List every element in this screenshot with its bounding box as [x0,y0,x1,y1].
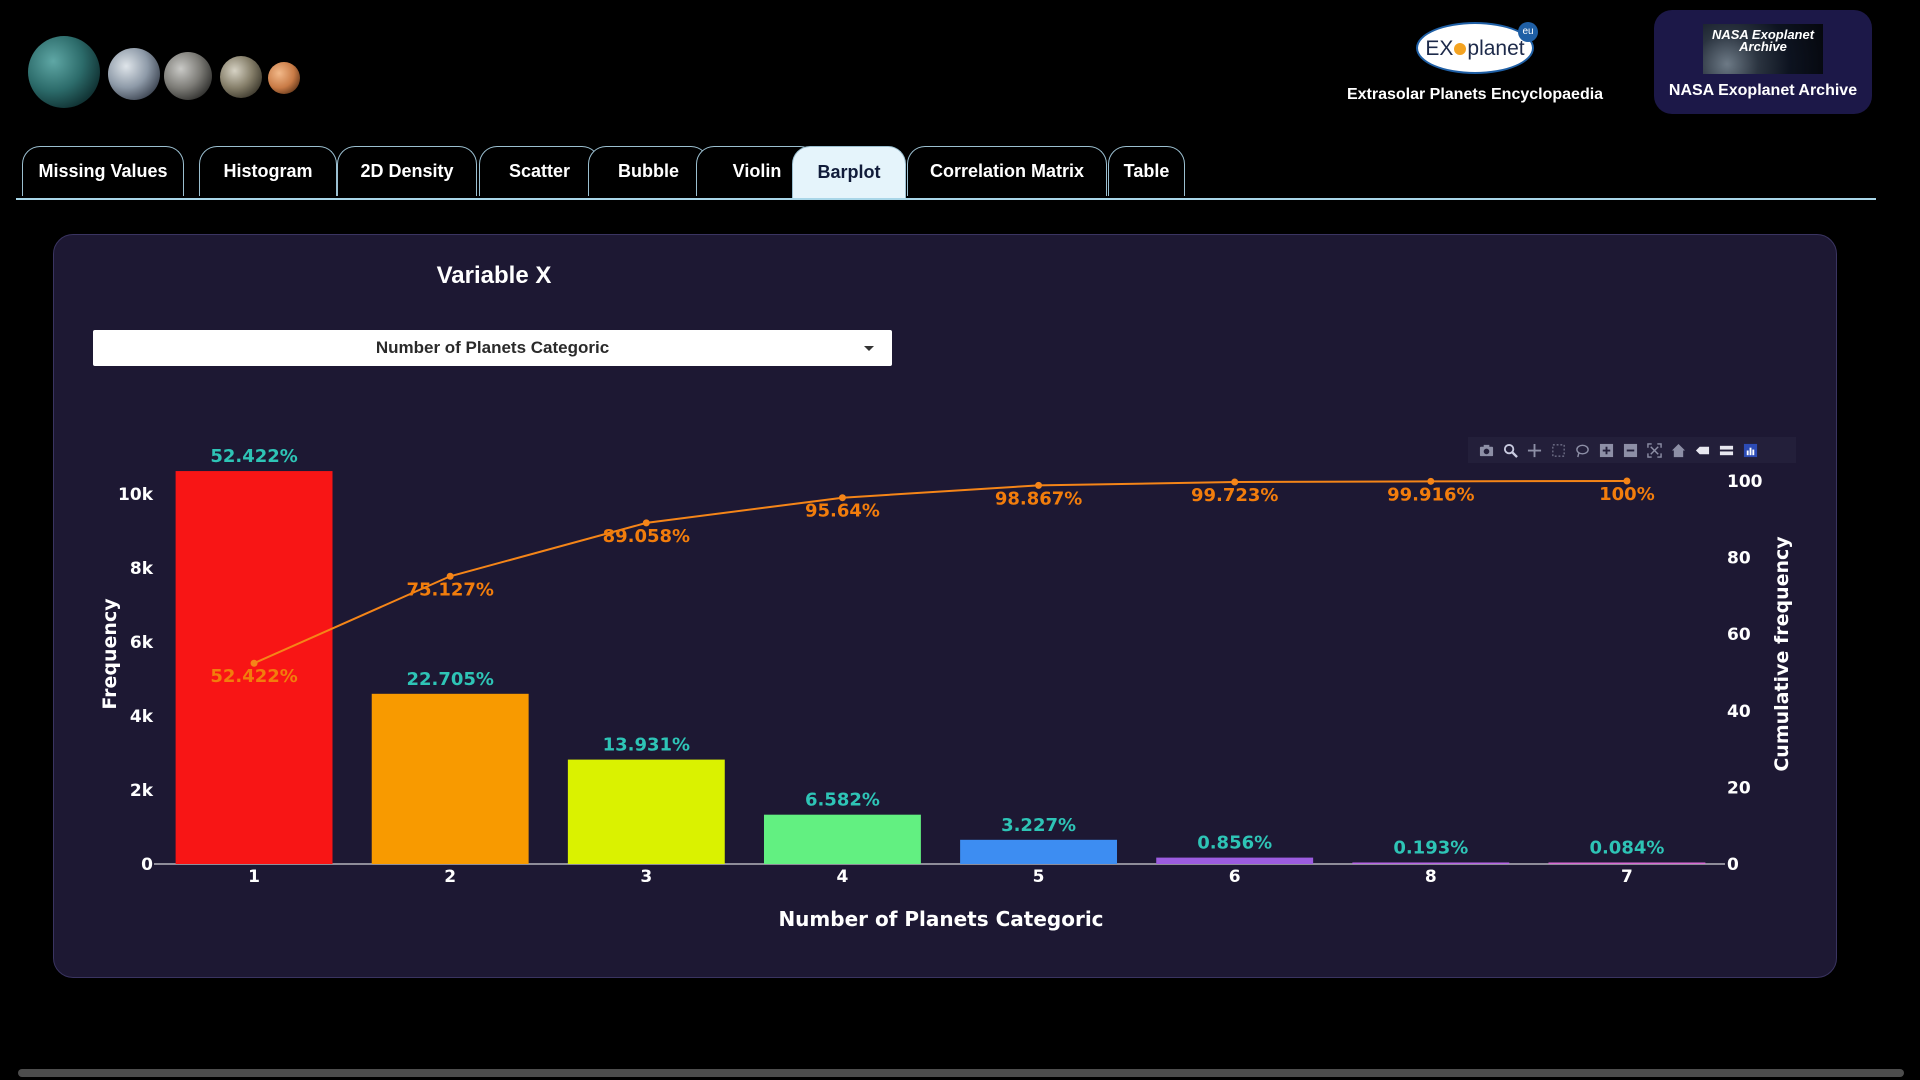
planet-image [220,56,262,98]
plotly-logo-icon[interactable] [1740,440,1760,460]
eu-badge: eu [1518,22,1538,42]
lasso-icon[interactable] [1572,440,1592,460]
planets-banner [26,30,316,114]
tab-table[interactable]: Table [1108,146,1185,196]
zoom-out-icon[interactable] [1620,440,1640,460]
tab-missing-values[interactable]: Missing Values [22,146,184,196]
nasa-logo-text: NASA Exoplanet Archive [1711,27,1815,54]
planet-image [164,52,212,100]
dropdown-selected-value: Number of Planets Categoric [375,338,610,357]
nasa-archive-caption: NASA Exoplanet Archive [1668,82,1858,99]
tab-bubble[interactable]: Bubble [588,146,709,196]
exoplanet-eu-link[interactable]: EX planet eu Extrasolar Planets Encyclopa… [1330,22,1620,103]
box-select-icon[interactable] [1548,440,1568,460]
chevron-down-icon[interactable] [864,346,874,351]
tab-scatter[interactable]: Scatter [479,146,600,196]
logo-text-ex: EX [1425,37,1454,60]
pan-icon[interactable] [1524,440,1544,460]
variable-x-title: Variable X [436,262,552,289]
planet-image [108,48,160,100]
nasa-archive-link[interactable]: NASA Exoplanet Archive NASA Exoplanet Ar… [1654,10,1872,114]
tab-bar: Missing Values Histogram 2D Density Scat… [16,146,1876,200]
exoplanet-eu-caption: Extrasolar Planets Encyclopaedia [1346,86,1604,103]
planet-image [28,36,100,108]
tab-histogram[interactable]: Histogram [199,146,337,196]
zoom-icon[interactable] [1500,440,1520,460]
horizontal-scrollbar[interactable] [18,1069,1904,1077]
app-header: EX planet eu Extrasolar Planets Encyclopa… [0,0,1920,130]
autoscale-icon[interactable] [1644,440,1664,460]
exoplanet-eu-logo: EX planet eu [1416,22,1538,74]
planet-image [268,62,300,94]
tab-2d-density[interactable]: 2D Density [337,146,477,196]
nasa-archive-logo: NASA Exoplanet Archive [1703,24,1823,74]
camera-icon[interactable] [1476,440,1496,460]
chart-modebar [1468,437,1796,463]
spike-lines-icon[interactable] [1692,440,1712,460]
logo-text-planet: planet [1467,37,1525,60]
zoom-in-icon[interactable] [1596,440,1616,460]
logo-dot-icon [1454,43,1467,56]
variable-x-dropdown[interactable]: Number of Planets Categoric [93,330,892,366]
tab-barplot[interactable]: Barplot [792,146,906,198]
tab-correlation-matrix[interactable]: Correlation Matrix [907,146,1107,196]
home-icon[interactable] [1668,440,1688,460]
compare-hover-icon[interactable] [1716,440,1736,460]
